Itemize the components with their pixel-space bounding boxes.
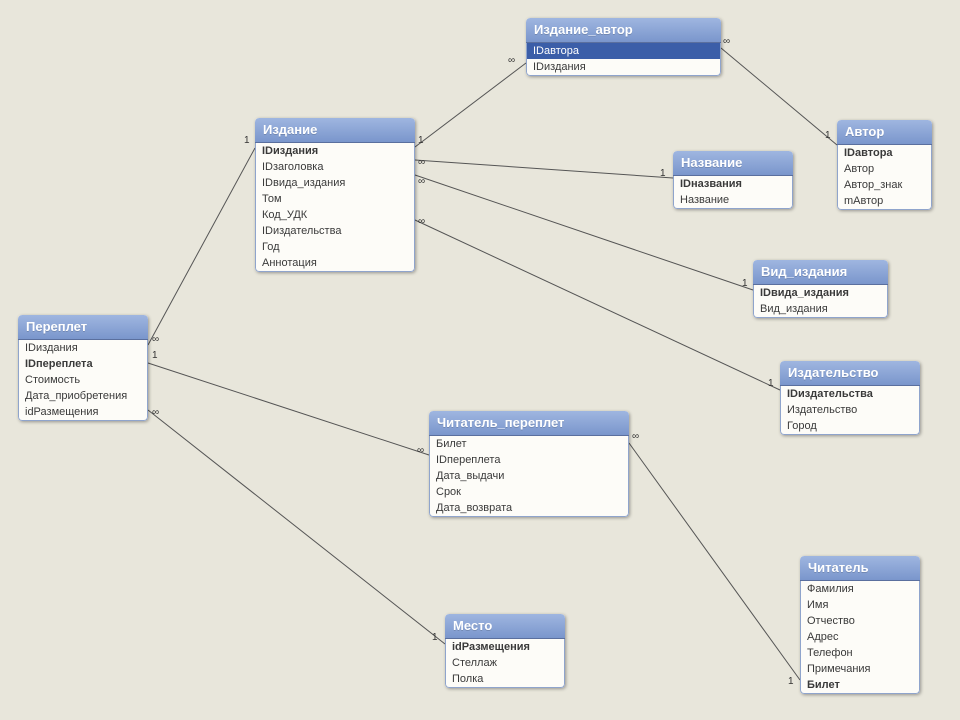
field-row[interactable]: Код_УДК [256,207,414,223]
entity-izdatelstvo[interactable]: ИздательствоIDиздательстваИздательствоГо… [780,361,920,435]
field-row[interactable]: IDиздательства [256,223,414,239]
entity-title[interactable]: Читатель_переплет [429,411,629,436]
entity-title[interactable]: Издание [255,118,415,143]
field-row[interactable]: Адрес [801,629,919,645]
entity-chitatel[interactable]: ЧитательФамилияИмяОтчествоАдресТелефонПр… [800,556,920,694]
field-list: IDвида_изданияВид_издания [753,285,888,318]
field-row[interactable]: IDавтора [838,145,931,161]
field-list: IDизданияIDпереплетаСтоимостьДата_приобр… [18,340,148,421]
entity-pereplet[interactable]: ПереплетIDизданияIDпереплетаСтоимостьДат… [18,315,148,421]
cardinality-label: 1 [244,135,250,146]
field-list: IDизданияIDзаголовкаIDвида_изданияТомКод… [255,143,415,272]
field-row[interactable]: Отчество [801,613,919,629]
entity-nazvanie[interactable]: НазваниеIDназванияНазвание [673,151,793,209]
entity-vid_izdania[interactable]: Вид_изданияIDвида_изданияВид_издания [753,260,888,318]
field-row[interactable]: IDпереплета [19,356,147,372]
field-row[interactable]: IDназвания [674,176,792,192]
field-row[interactable]: Дата_приобретения [19,388,147,404]
field-list: ФамилияИмяОтчествоАдресТелефонПримечания… [800,581,920,694]
field-row[interactable]: Аннотация [256,255,414,271]
field-row[interactable]: Автор_знак [838,177,931,193]
field-row[interactable]: IDиздательства [781,386,919,402]
entity-chitatel_pereplet[interactable]: Читатель_переплетБилетIDпереплетаДата_вы… [429,411,629,517]
cardinality-label: 1 [768,378,774,389]
cardinality-label: ∞ [152,407,159,418]
field-row[interactable]: Срок [430,484,628,500]
cardinality-label: ∞ [418,216,425,227]
field-row[interactable]: IDвида_издания [256,175,414,191]
field-row[interactable]: Дата_возврата [430,500,628,516]
field-row[interactable]: Билет [801,677,919,693]
cardinality-label: ∞ [418,176,425,187]
field-list: БилетIDпереплетаДата_выдачиСрокДата_возв… [429,436,629,517]
entity-izdanie[interactable]: ИзданиеIDизданияIDзаголовкаIDвида_издани… [255,118,415,272]
field-row[interactable]: Имя [801,597,919,613]
field-row[interactable]: Билет [430,436,628,452]
entity-title[interactable]: Место [445,614,565,639]
field-row[interactable]: IDзаголовка [256,159,414,175]
entity-izdanie_avtor[interactable]: Издание_авторIDавтораIDиздания [526,18,721,76]
cardinality-label: 1 [432,632,438,643]
field-row[interactable]: IDиздания [256,143,414,159]
cardinality-label: 1 [660,168,666,179]
field-row[interactable]: Фамилия [801,581,919,597]
field-row[interactable]: IDиздания [19,340,147,356]
field-row[interactable]: IDвида_издания [754,285,887,301]
cardinality-label: 1 [742,278,748,289]
field-row[interactable]: Год [256,239,414,255]
cardinality-label: 1 [418,135,424,146]
er-diagram-canvas: 1∞∞1∞1∞1∞11∞1∞∞1∞1ПереплетIDизданияIDпер… [0,0,960,720]
field-list: IDавтораАвторАвтор_знакmАвтор [837,145,932,210]
entity-title[interactable]: Автор [837,120,932,145]
field-row[interactable]: IDавтора [527,43,720,59]
cardinality-label: 1 [788,676,794,687]
field-row[interactable]: Телефон [801,645,919,661]
cardinality-label: ∞ [723,36,730,47]
field-row[interactable]: mАвтор [838,193,931,209]
field-list: idРазмещенияСтеллажПолка [445,639,565,688]
field-row[interactable]: Название [674,192,792,208]
cardinality-label: ∞ [632,431,639,442]
entity-avtor[interactable]: АвторIDавтораАвторАвтор_знакmАвтор [837,120,932,210]
field-row[interactable]: idРазмещения [446,639,564,655]
cardinality-label: 1 [825,130,831,141]
cardinality-label: ∞ [152,334,159,345]
field-row[interactable]: IDпереплета [430,452,628,468]
entity-title[interactable]: Название [673,151,793,176]
field-list: IDназванияНазвание [673,176,793,209]
field-row[interactable]: Издательство [781,402,919,418]
field-row[interactable]: Полка [446,671,564,687]
field-row[interactable]: IDиздания [527,59,720,75]
field-list: IDиздательстваИздательствоГород [780,386,920,435]
entity-title[interactable]: Издание_автор [526,18,721,43]
entity-title[interactable]: Читатель [800,556,920,581]
field-row[interactable]: Примечания [801,661,919,677]
entity-title[interactable]: Издательство [780,361,920,386]
entity-mesto[interactable]: МестоidРазмещенияСтеллажПолка [445,614,565,688]
field-row[interactable]: Стеллаж [446,655,564,671]
entity-title[interactable]: Вид_издания [753,260,888,285]
field-row[interactable]: Дата_выдачи [430,468,628,484]
cardinality-label: ∞ [508,55,515,66]
field-row[interactable]: Том [256,191,414,207]
cardinality-label: ∞ [417,445,424,456]
cardinality-label: ∞ [418,157,425,168]
field-row[interactable]: Город [781,418,919,434]
cardinality-label: 1 [152,350,158,361]
field-row[interactable]: Стоимость [19,372,147,388]
field-row[interactable]: idРазмещения [19,404,147,420]
entity-title[interactable]: Переплет [18,315,148,340]
field-list: IDавтораIDиздания [526,43,721,76]
field-row[interactable]: Автор [838,161,931,177]
field-row[interactable]: Вид_издания [754,301,887,317]
